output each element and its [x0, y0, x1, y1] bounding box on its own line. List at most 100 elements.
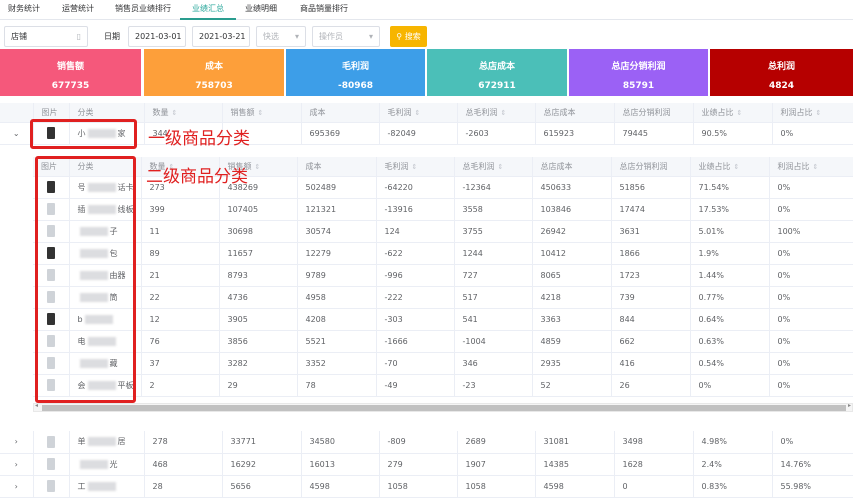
sort-icon[interactable]: ⇕: [816, 109, 822, 117]
sort-icon[interactable]: ⇕: [737, 109, 743, 117]
chevron-down-icon: ▾: [294, 32, 299, 41]
gross-profit-cell: -64220: [376, 176, 455, 199]
total-gross-profit-cell: 3755: [454, 220, 533, 243]
hq-cost-cell: 4859: [532, 330, 612, 353]
tab-product-sales-ranking[interactable]: 商品销量排行: [300, 0, 348, 20]
scroll-right-arrow-icon[interactable]: ▸: [848, 402, 851, 409]
hq-distribution-profit-cell: 416: [611, 352, 691, 375]
chevron-right-icon[interactable]: ›: [15, 482, 18, 491]
summary-card-value: 85791: [622, 81, 655, 91]
column-header-label: 总店分销利润: [622, 107, 671, 117]
sort-icon[interactable]: ⇕: [813, 163, 819, 171]
column-header-label: 利润占比: [777, 161, 810, 171]
sort-icon[interactable]: ⇕: [258, 109, 264, 117]
column-header-label: 业绩占比: [698, 161, 731, 171]
table-row[interactable]: 筒 22 4736 4958 -222 517 4218 739 0.77% 0%: [33, 286, 853, 309]
sort-icon[interactable]: ⇕: [412, 163, 418, 171]
sort-icon[interactable]: ⇕: [501, 109, 507, 117]
chevron-right-icon[interactable]: ›: [15, 460, 18, 469]
column-header[interactable]: 数量 ⇕: [144, 103, 223, 123]
table-row[interactable]: 插线板 399 107405 121321 -13916 3558 103846 17474 1…: [33, 198, 853, 221]
sort-icon[interactable]: ⇕: [415, 109, 421, 117]
column-header[interactable]: 利润占比 ⇕: [772, 103, 853, 123]
column-header: 成本: [297, 157, 377, 177]
table-row[interactable]: 会平板 2 29 78 -49 -23 52 26 0% 0%: [33, 374, 853, 397]
operator-select[interactable]: 操作员 ▾: [312, 26, 380, 47]
total-gross-profit-cell: 727: [454, 264, 533, 287]
column-header-label: 业绩占比: [701, 107, 734, 117]
sales-cell: 16292: [222, 453, 302, 476]
column-header[interactable]: 总毛利润 ⇕: [454, 157, 533, 177]
table-row[interactable]: 包 89 11657 12279 -622 1244 10412 1866 1.9% 0%: [33, 242, 853, 265]
column-header[interactable]: 业绩占比 ⇕: [693, 103, 773, 123]
quick-select[interactable]: 快选 ▾: [256, 26, 306, 47]
total-gross-profit-cell: 2689: [457, 431, 536, 454]
chevron-down-icon[interactable]: ⌄: [13, 129, 20, 138]
sort-icon[interactable]: ⇕: [255, 163, 261, 171]
table-row[interactable]: 子 11 30698 30574 124 3755 26942 3631 5.01% 100%: [33, 220, 853, 243]
column-header[interactable]: 总毛利润 ⇕: [457, 103, 536, 123]
image-cell: [33, 431, 70, 454]
expand-toggle[interactable]: ›: [0, 453, 34, 476]
profit-ratio-cell: 0%: [769, 374, 853, 397]
product-thumbnail: [47, 480, 55, 492]
tab-operation-stats[interactable]: 运营统计: [62, 0, 94, 20]
quantity-cell: 11: [141, 220, 220, 243]
sales-cell: 8793: [219, 264, 298, 287]
tab-salesperson-ranking[interactable]: 销售员业绩排行: [115, 0, 171, 20]
annotation-level1: 一级商品分类: [148, 129, 250, 149]
table-row[interactable]: › 单居 278 33771 34580 -809 2689 31081 3498 4.98% 0%: [0, 431, 853, 454]
hq-cost-cell: 26942: [532, 220, 612, 243]
store-select[interactable]: 店铺 ▯: [4, 26, 88, 47]
column-header[interactable]: 业绩占比 ⇕: [690, 157, 770, 177]
summary-card-title: 总利润: [767, 62, 795, 72]
chevron-down-icon: ▾: [368, 32, 373, 41]
tab-performance-summary[interactable]: 业绩汇总: [180, 0, 236, 20]
category-text-end: 居: [117, 437, 126, 447]
column-header[interactable]: 毛利润 ⇕: [376, 157, 455, 177]
table-row[interactable]: 藏 37 3282 3352 -70 346 2935 416 0.54% 0%: [33, 352, 853, 375]
table-row[interactable]: 由器 21 8793 9789 -996 727 8065 1723 1.44% 0%: [33, 264, 853, 287]
scroll-left-arrow-icon[interactable]: ◂: [35, 402, 38, 409]
date-end-input[interactable]: 2021-03-21: [192, 26, 250, 47]
summary-card: 销售额 677735: [0, 49, 141, 96]
column-header-label: 销售额: [230, 107, 255, 117]
profit-ratio-cell: 0%: [769, 286, 853, 309]
category-cell: 光: [69, 453, 145, 476]
hq-cost-cell: 10412: [532, 242, 612, 265]
hq-cost-cell: 450633: [532, 176, 612, 199]
profit-ratio-cell: 100%: [769, 220, 853, 243]
search-button[interactable]: ⚲ 搜索: [390, 26, 427, 47]
column-header-label: 毛利润: [384, 161, 409, 171]
gross-profit-cell: 279: [379, 453, 458, 476]
scrollbar-thumb[interactable]: [42, 405, 846, 411]
cost-cell: 78: [297, 374, 377, 397]
table-row[interactable]: b 12 3905 4208 -303 541 3363 844 0.64% 0%: [33, 308, 853, 331]
summary-cards: 销售额 677735 成本 758703 毛利润 -80968 总店成本 672911 总店分销…: [0, 49, 853, 96]
summary-table-rest: › 单居 278 33771 34580 -809 2689 31081 3498 4.98% 0%…: [0, 431, 853, 498]
sort-icon[interactable]: ⇕: [172, 109, 178, 117]
category-cell: 单居: [69, 431, 145, 454]
horizontal-scrollbar[interactable]: ◂ ▸: [33, 402, 853, 412]
column-header[interactable]: 利润占比 ⇕: [769, 157, 853, 177]
expand-toggle[interactable]: ⌄: [0, 122, 34, 145]
sales-ratio-cell: 0.64%: [690, 308, 770, 331]
quantity-cell: 278: [144, 431, 223, 454]
table-row[interactable]: › 工 28 5656 4598 1058 1058 4598 0 0.83% 55.98%: [0, 475, 853, 498]
date-start-input[interactable]: 2021-03-01: [128, 26, 186, 47]
table-row[interactable]: 电 76 3856 5521 -1666 -1004 4859 662 0.63% 0%: [33, 330, 853, 353]
gross-profit-cell: -82049: [379, 122, 458, 145]
sales-cell: 107405: [219, 198, 298, 221]
tab-finance-stats[interactable]: 财务统计: [8, 0, 40, 20]
sort-icon[interactable]: ⇕: [498, 163, 504, 171]
column-header[interactable]: 毛利润 ⇕: [379, 103, 458, 123]
expand-toggle[interactable]: ›: [0, 475, 34, 498]
tab-performance-detail[interactable]: 业绩明细: [245, 0, 277, 20]
sort-icon[interactable]: ⇕: [734, 163, 740, 171]
table-row[interactable]: › 光 468 16292 16013 279 1907 14385 1628 2.4% 14.76…: [0, 453, 853, 476]
column-header[interactable]: 销售额 ⇕: [222, 103, 302, 123]
hq-cost-cell: 8065: [532, 264, 612, 287]
column-header-label: 成本: [305, 161, 322, 171]
chevron-right-icon[interactable]: ›: [15, 437, 18, 446]
expand-toggle[interactable]: ›: [0, 431, 34, 454]
